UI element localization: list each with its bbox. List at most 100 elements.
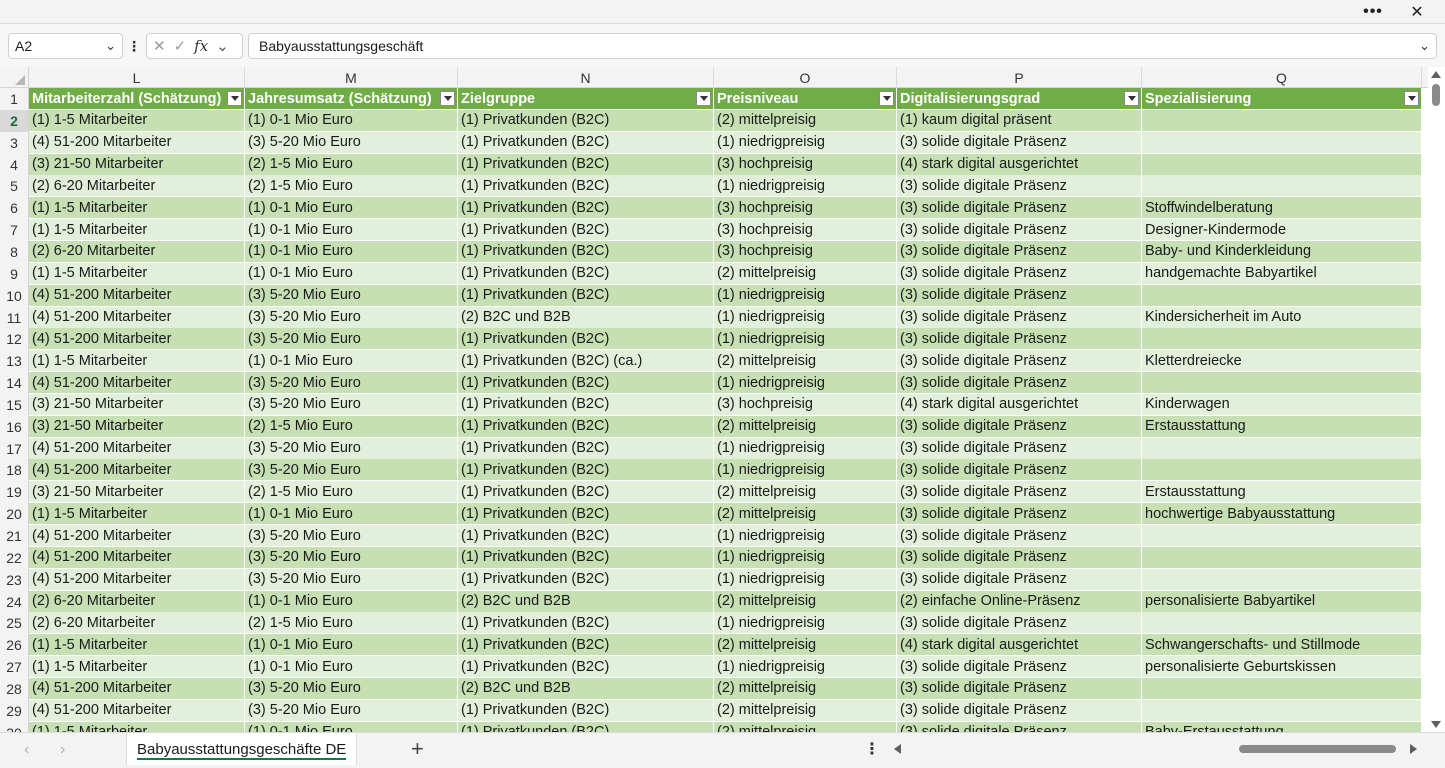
table-cell[interactable]: Erstausstattung [1142,415,1422,438]
table-cell[interactable]: (3) solide digitale Präsenz [897,219,1142,242]
previous-sheet-icon[interactable]: ‹ [24,741,29,759]
row-number[interactable]: 13 [0,350,29,373]
table-cell[interactable]: (3) solide digitale Präsenz [897,350,1142,373]
table-cell[interactable]: (1) kaum digital präsent [897,109,1142,132]
scroll-right-icon[interactable] [1410,744,1417,754]
table-cell[interactable]: (2) einfache Online-Präsenz [897,590,1142,613]
table-cell[interactable]: (1) Privatkunden (B2C) [458,503,714,526]
table-cell[interactable]: (3) 5-20 Mio Euro [245,459,458,482]
table-cell[interactable]: (2) mittelpreisig [714,109,897,132]
scroll-left-icon[interactable] [894,744,901,754]
table-cell[interactable]: (1) niedrigpreisig [714,459,897,482]
table-cell[interactable] [1142,328,1422,351]
column-header-m[interactable]: M [245,67,458,88]
table-cell[interactable]: (2) 1-5 Mio Euro [245,612,458,635]
table-cell[interactable]: (1) Privatkunden (B2C) [458,525,714,547]
row-number[interactable]: 24 [0,590,29,613]
table-cell[interactable]: (3) solide digitale Präsenz [897,415,1142,438]
table-cell[interactable]: (3) solide digitale Präsenz [897,437,1142,460]
table-cell[interactable]: (4) 51-200 Mitarbeiter [29,306,245,329]
table-cell[interactable]: (1) 1-5 Mitarbeiter [29,350,245,373]
table-cell[interactable]: (3) solide digitale Präsenz [897,284,1142,307]
table-cell[interactable]: (1) Privatkunden (B2C) [458,240,714,263]
expand-formula-icon[interactable]: ⌄ [1419,38,1430,54]
table-cell[interactable]: (1) Privatkunden (B2C) [458,634,714,657]
table-cell[interactable]: (2) mittelpreisig [714,415,897,438]
table-cell[interactable]: (1) Privatkunden (B2C) [458,284,714,307]
table-cell[interactable]: (1) Privatkunden (B2C) (ca.) [458,350,714,373]
column-header-o[interactable]: O [714,67,897,88]
table-cell[interactable]: (3) 5-20 Mio Euro [245,393,458,416]
column-header-l[interactable]: L [29,67,245,88]
table-cell[interactable]: (1) Privatkunden (B2C) [458,546,714,569]
table-cell[interactable]: (1) Privatkunden (B2C) [458,109,714,132]
table-cell[interactable]: (3) solide digitale Präsenz [897,262,1142,285]
row-number[interactable]: 1 [0,88,29,110]
table-cell[interactable]: (2) B2C und B2B [458,306,714,329]
row-number[interactable]: 18 [0,459,29,482]
table-cell[interactable]: (4) 51-200 Mitarbeiter [29,568,245,591]
row-number[interactable]: 17 [0,437,29,460]
table-cell[interactable]: (3) solide digitale Präsenz [897,175,1142,198]
table-cell[interactable] [1142,284,1422,307]
sheet-options-icon[interactable]: ⋮ [864,739,880,759]
row-number[interactable]: 7 [0,219,29,242]
scroll-up-icon[interactable] [1431,71,1441,78]
table-cell[interactable]: (1) Privatkunden (B2C) [458,197,714,220]
table-cell[interactable] [1142,612,1422,635]
table-cell[interactable]: (1) Privatkunden (B2C) [458,437,714,460]
table-cell[interactable]: (3) 21-50 Mitarbeiter [29,393,245,416]
column-header-q[interactable]: Q [1142,67,1422,88]
table-cell[interactable]: (1) Privatkunden (B2C) [458,699,714,722]
row-number[interactable]: 10 [0,284,29,307]
table-cell[interactable]: (4) 51-200 Mitarbeiter [29,437,245,460]
table-cell[interactable]: (3) hochpreisig [714,240,897,263]
table-cell[interactable]: (3) 5-20 Mio Euro [245,306,458,329]
row-number[interactable]: 25 [0,612,29,635]
table-cell[interactable]: (1) Privatkunden (B2C) [458,219,714,242]
table-cell[interactable]: (3) 5-20 Mio Euro [245,525,458,547]
table-cell[interactable]: hochwertige Babyausstattung [1142,503,1422,526]
table-cell[interactable]: (3) solide digitale Präsenz [897,656,1142,679]
table-cell[interactable]: (3) 21-50 Mitarbeiter [29,481,245,504]
row-number[interactable]: 16 [0,415,29,438]
table-cell[interactable]: (3) solide digitale Präsenz [897,525,1142,547]
row-number[interactable]: 14 [0,372,29,395]
table-cell[interactable]: (1) niedrigpreisig [714,306,897,329]
table-cell[interactable] [1142,699,1422,722]
table-cell[interactable]: (2) 1-5 Mio Euro [245,415,458,438]
table-cell[interactable]: (1) 0-1 Mio Euro [245,590,458,613]
table-cell[interactable]: (1) Privatkunden (B2C) [458,393,714,416]
table-cell[interactable]: Erstausstattung [1142,481,1422,504]
table-cell[interactable]: Kletterdreiecke [1142,350,1422,373]
table-cell[interactable]: (1) 0-1 Mio Euro [245,634,458,657]
row-number[interactable]: 21 [0,525,29,547]
formula-bar-options-icon[interactable]: ⋮ [127,33,141,59]
table-cell[interactable]: (1) Privatkunden (B2C) [458,175,714,198]
row-number[interactable]: 28 [0,677,29,700]
row-number[interactable]: 20 [0,503,29,526]
table-cell[interactable] [1142,525,1422,547]
table-cell[interactable]: (2) B2C und B2B [458,677,714,700]
table-cell[interactable]: (3) 5-20 Mio Euro [245,546,458,569]
table-cell[interactable] [1142,131,1422,154]
table-cell[interactable]: (3) 5-20 Mio Euro [245,437,458,460]
table-cell[interactable]: (1) 1-5 Mitarbeiter [29,503,245,526]
table-cell[interactable] [1142,153,1422,176]
table-cell[interactable]: (1) 0-1 Mio Euro [245,197,458,220]
table-cell[interactable]: (2) 6-20 Mitarbeiter [29,175,245,198]
row-number[interactable]: 12 [0,328,29,351]
table-cell[interactable]: (3) solide digitale Präsenz [897,481,1142,504]
table-cell[interactable]: (1) Privatkunden (B2C) [458,262,714,285]
table-cell[interactable]: (4) 51-200 Mitarbeiter [29,525,245,547]
table-cell[interactable] [1142,568,1422,591]
row-number[interactable]: 8 [0,240,29,263]
row-number[interactable]: 9 [0,262,29,285]
table-cell[interactable]: (1) 0-1 Mio Euro [245,721,458,732]
table-cell[interactable]: (3) solide digitale Präsenz [897,197,1142,220]
table-cell[interactable]: (1) 1-5 Mitarbeiter [29,721,245,732]
table-cell[interactable]: Kinderwagen [1142,393,1422,416]
table-cell[interactable]: (3) 5-20 Mio Euro [245,131,458,154]
table-cell[interactable]: (4) stark digital ausgerichtet [897,153,1142,176]
table-cell[interactable]: (1) niedrigpreisig [714,372,897,395]
